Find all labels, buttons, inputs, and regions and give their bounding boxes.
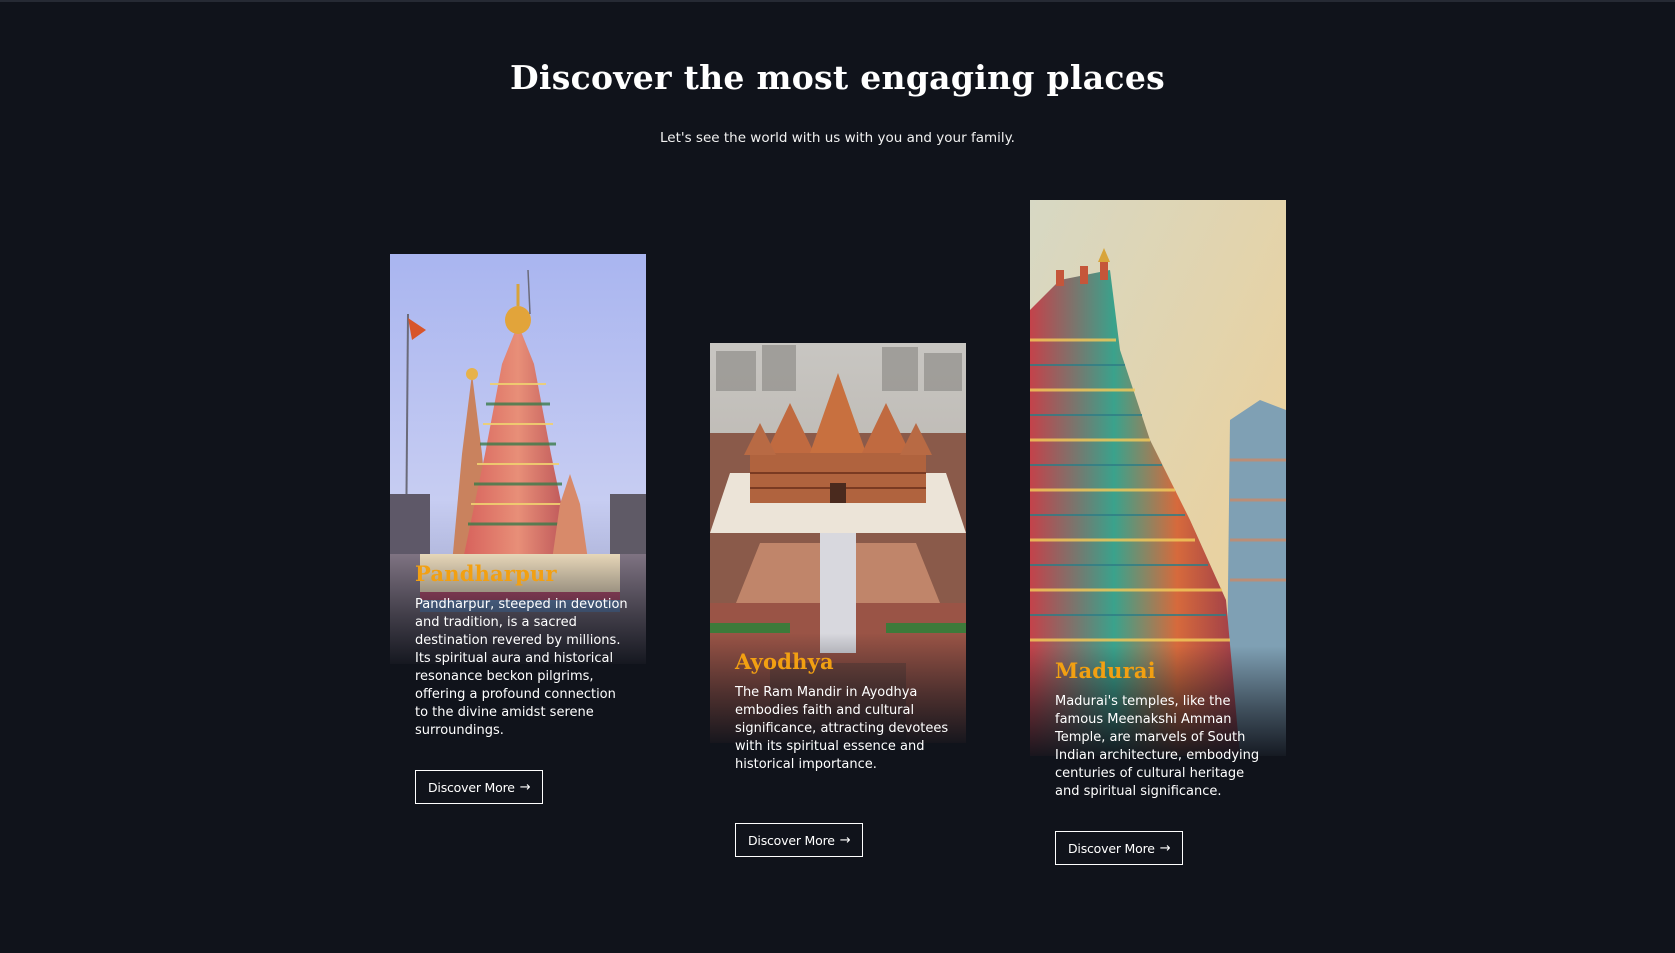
card-title: Ayodhya [735,649,834,674]
button-label: Discover More [748,832,835,848]
discover-more-button[interactable]: Discover More → [1055,831,1184,865]
arrow-right-icon: → [1159,840,1171,856]
card-description: Madurai's temples, like the famous Meena… [1055,694,1260,799]
destination-card-madurai: Madurai Madurai's temples, like the famo… [1030,200,1286,870]
card-title: Pandharpur [415,561,557,586]
top-divider [0,0,1675,2]
destination-card-pandharpur: Pandharpur Pandharpur, steeped in devoti… [390,254,646,814]
card-description: Pandharpur, steeped in devotion and trad… [415,597,628,738]
arrow-right-icon: → [839,832,851,848]
card-title: Madurai [1055,658,1156,683]
card-description: The Ram Mandir in Ayodhya embodies faith… [735,685,949,772]
discover-more-button[interactable]: Discover More → [415,770,544,804]
section-title: Discover the most engaging places [509,58,1165,97]
button-label: Discover More [1068,840,1155,856]
section-subtitle: Let's see the world with us with you and… [660,130,1015,146]
button-label: Discover More [428,779,515,795]
destination-card-ayodhya: Ayodhya The Ram Mandir in Ayodhya embodi… [710,343,966,863]
discover-more-button[interactable]: Discover More → [735,823,864,857]
arrow-right-icon: → [519,779,531,795]
